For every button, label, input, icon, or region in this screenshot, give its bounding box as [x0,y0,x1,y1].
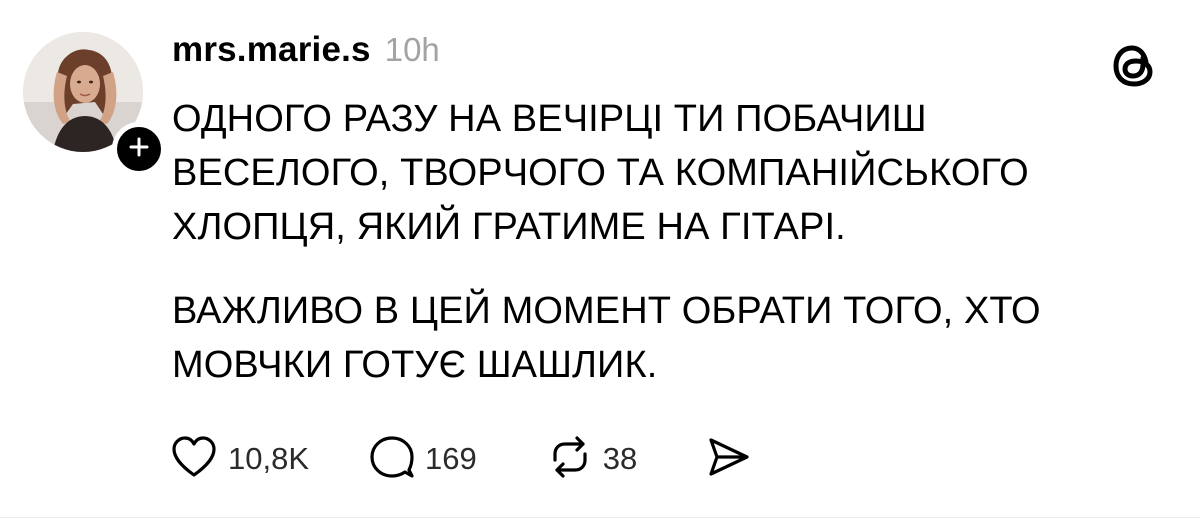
like-count: 10,8K [228,441,310,476]
plus-icon [128,136,150,163]
threads-post: mrs.marie.s 10h ОДНОГО РАЗУ НА ВЕЧІРЦІ Т… [0,0,1200,528]
share-button[interactable] [705,434,751,485]
speech-bubble-icon [369,434,415,485]
post-actions: 10,8K 169 38 [170,434,751,484]
avatar-container[interactable] [23,32,166,176]
repost-button[interactable]: 38 [547,434,637,485]
username[interactable]: mrs.marie.s [172,30,371,70]
post-body: ОДНОГО РАЗУ НА ВЕЧІРЦІ ТИ ПОБАЧИШ ВЕСЕЛО… [172,92,1162,392]
send-icon [705,434,751,485]
repost-count: 38 [602,441,638,476]
follow-button[interactable] [112,122,166,176]
repost-icon [547,434,593,485]
divider [0,517,1200,518]
reply-button[interactable]: 169 [369,434,477,485]
reply-count: 169 [425,441,477,476]
post-text-paragraph-2: ВАЖЛИВО В ЦЕЙ МОМЕНТ ОБРАТИ ТОГО, ХТО МО… [172,290,1041,386]
threads-logo-icon[interactable] [1108,40,1160,92]
post-header: mrs.marie.s 10h [172,30,440,70]
heart-icon [170,435,218,484]
post-text-paragraph-1: ОДНОГО РАЗУ НА ВЕЧІРЦІ ТИ ПОБАЧИШ ВЕСЕЛО… [172,98,1029,248]
timestamp: 10h [384,31,440,68]
like-button[interactable]: 10,8K [170,435,309,484]
